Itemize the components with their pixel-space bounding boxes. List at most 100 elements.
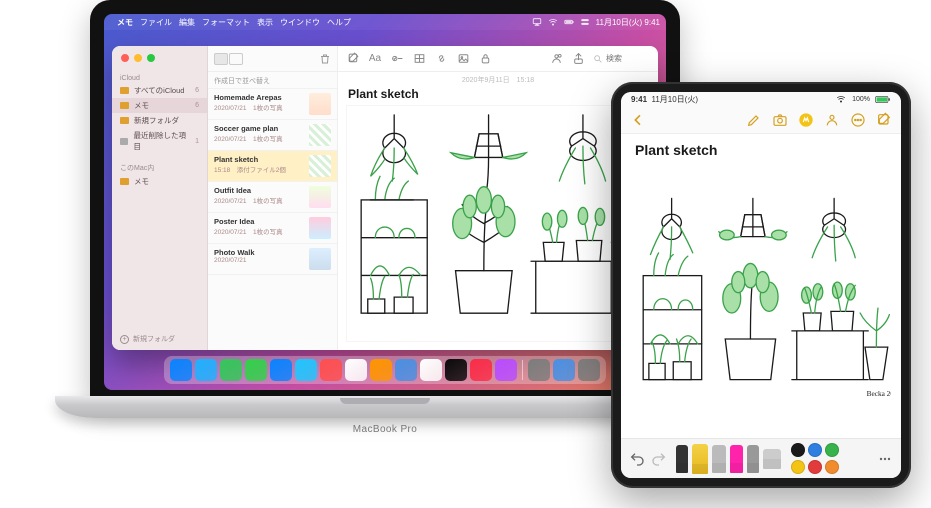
note-toolbar: Aa — [338, 46, 658, 72]
dock-app[interactable] — [295, 359, 317, 381]
collaborate-button[interactable] — [549, 52, 563, 66]
note-title[interactable]: Plant sketch — [338, 85, 658, 105]
macbook-screen: メモ ファイル 編集 フォーマット 表示 ウインドウ ヘルプ 11月10日(火)… — [90, 0, 680, 400]
search-icon — [593, 54, 603, 64]
search-input[interactable] — [606, 54, 650, 63]
dock-app[interactable] — [553, 359, 575, 381]
notes-list-item[interactable]: Photo Walk2020/07/21 — [208, 244, 337, 275]
sidebar-new-folder-button[interactable]: +新規フォルダ — [120, 334, 175, 344]
color-swatch[interactable] — [791, 443, 805, 457]
dock-app[interactable] — [578, 359, 600, 381]
link-button[interactable] — [434, 52, 448, 66]
trash-icon[interactable] — [319, 53, 331, 65]
airplay-icon[interactable] — [532, 17, 542, 27]
handwriting-button[interactable] — [745, 111, 763, 129]
dock-app[interactable] — [345, 359, 367, 381]
sort-label[interactable]: 作成日で並べ替え — [208, 72, 337, 89]
eraser-tool[interactable] — [730, 445, 743, 473]
dock-app[interactable] — [370, 359, 392, 381]
window-zoom-button[interactable] — [147, 54, 155, 62]
notes-list-item[interactable]: Soccer game plan2020/07/21 1枚の写真 — [208, 120, 337, 151]
notes-list-item[interactable]: Homemade Arepas2020/07/21 1枚の写真 — [208, 89, 337, 120]
battery-icon[interactable] — [564, 17, 574, 27]
macos-dock — [164, 356, 606, 384]
menu-format[interactable]: フォーマット — [202, 17, 250, 28]
marker-tool[interactable] — [692, 444, 708, 474]
note-item-thumb — [309, 124, 331, 146]
color-swatch[interactable] — [825, 460, 839, 474]
macbook-model-label: MacBook Pro — [353, 424, 417, 435]
sidebar-item-local-notes[interactable]: メモ — [112, 174, 207, 189]
wifi-icon[interactable] — [548, 17, 558, 27]
lasso-tool[interactable] — [747, 445, 759, 473]
color-swatch[interactable] — [808, 443, 822, 457]
back-button[interactable] — [629, 111, 647, 129]
menubar-datetime[interactable]: 11月10日(火) 9:41 — [596, 17, 660, 28]
color-swatch[interactable] — [808, 460, 822, 474]
dock-app[interactable] — [220, 359, 242, 381]
note-item-thumb — [309, 217, 331, 239]
dock-app[interactable] — [195, 359, 217, 381]
notes-list-item[interactable]: Outfit Idea2020/07/21 1枚の写真 — [208, 182, 337, 213]
window-close-button[interactable] — [121, 54, 129, 62]
dock-app[interactable] — [395, 359, 417, 381]
gallery-view-button[interactable] — [229, 53, 243, 65]
folder-icon — [120, 138, 128, 145]
tools-more-button[interactable] — [877, 451, 893, 467]
menu-help[interactable]: ヘルプ — [327, 17, 351, 28]
macos-menubar: メモ ファイル 編集 フォーマット 表示 ウインドウ ヘルプ 11月10日(火)… — [104, 14, 666, 30]
ipad-note-canvas[interactable]: Becka 2019 — [631, 164, 891, 436]
folder-icon — [120, 87, 129, 94]
sidebar-item-new-folder[interactable]: 新規フォルダ — [112, 113, 207, 128]
menu-window[interactable]: ウインドウ — [280, 17, 320, 28]
camera-button[interactable] — [771, 111, 789, 129]
compose-button[interactable] — [346, 52, 360, 66]
sidebar-item-all-icloud[interactable]: すべてのiCloud6 — [112, 83, 207, 98]
markup-button[interactable] — [797, 111, 815, 129]
sidebar-item-notes[interactable]: メモ6 — [112, 98, 207, 113]
battery-icon — [875, 95, 891, 104]
menu-edit[interactable]: 編集 — [179, 17, 195, 28]
color-swatch[interactable] — [825, 443, 839, 457]
media-button[interactable] — [456, 52, 470, 66]
note-item-meta: 2020/07/21 1枚の写真 — [214, 195, 304, 205]
undo-button[interactable] — [629, 451, 645, 467]
menu-view[interactable]: 表示 — [257, 17, 273, 28]
note-item-title: Plant sketch — [214, 155, 304, 164]
control-center-icon[interactable] — [580, 17, 590, 27]
color-swatch[interactable] — [791, 460, 805, 474]
dock-app[interactable] — [420, 359, 442, 381]
checklist-button[interactable] — [390, 52, 404, 66]
sidebar-item-trash[interactable]: 最近削除した項目1 — [112, 128, 207, 154]
app-name-menu[interactable]: メモ — [117, 17, 133, 28]
macbook-hinge-notch — [340, 398, 430, 404]
dock-app[interactable] — [245, 359, 267, 381]
pen-tool[interactable] — [676, 445, 688, 473]
lock-button[interactable] — [478, 52, 492, 66]
pencil-tool[interactable] — [712, 445, 726, 473]
collaborate-button[interactable] — [823, 111, 841, 129]
note-item-title: Homemade Arepas — [214, 93, 304, 102]
dock-app[interactable] — [528, 359, 550, 381]
dock-app[interactable] — [470, 359, 492, 381]
share-button[interactable] — [571, 52, 585, 66]
menu-file[interactable]: ファイル — [140, 17, 172, 28]
notes-list-toolbar — [208, 46, 337, 72]
dock-app[interactable] — [495, 359, 517, 381]
format-button[interactable]: Aa — [368, 52, 382, 66]
window-minimize-button[interactable] — [134, 54, 142, 62]
ruler-tool[interactable] — [763, 449, 781, 469]
redo-button[interactable] — [651, 451, 667, 467]
compose-button[interactable] — [875, 111, 893, 129]
notes-list-item[interactable]: Poster Idea2020/07/21 1枚の写真 — [208, 213, 337, 244]
more-button[interactable] — [849, 111, 867, 129]
note-canvas[interactable]: Becka 2019 — [346, 105, 650, 342]
dock-app[interactable] — [170, 359, 192, 381]
notes-list-item[interactable]: Plant sketch15:18 添付ファイル2個 — [208, 151, 337, 182]
dock-app[interactable] — [445, 359, 467, 381]
table-button[interactable] — [412, 52, 426, 66]
dock-app[interactable] — [320, 359, 342, 381]
ipad-note-title[interactable]: Plant sketch — [621, 134, 901, 162]
list-view-button[interactable] — [214, 53, 228, 65]
dock-app[interactable] — [270, 359, 292, 381]
